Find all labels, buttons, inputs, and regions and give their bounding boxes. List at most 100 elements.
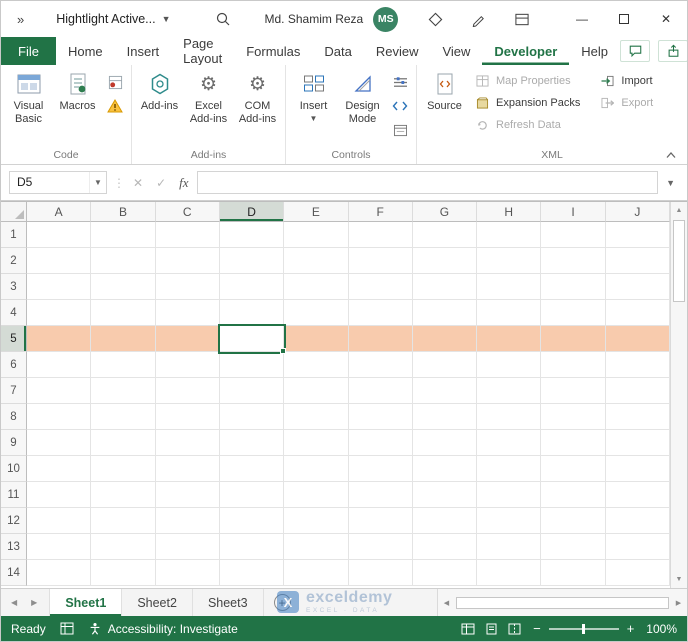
source-button[interactable]: Source	[420, 66, 469, 146]
cell-B1[interactable]	[91, 222, 156, 248]
tab-developer[interactable]: Developer	[482, 37, 569, 65]
column-header-J[interactable]: J	[605, 202, 670, 222]
zoom-slider[interactable]	[548, 623, 619, 634]
row-header-2[interactable]: 2	[1, 248, 27, 274]
cell-G2[interactable]	[412, 248, 478, 274]
cell-B9[interactable]	[91, 430, 156, 456]
cell-I4[interactable]	[541, 300, 606, 326]
pen-icon[interactable]	[471, 12, 486, 27]
macros-button[interactable]: Macros	[53, 66, 102, 146]
cell-D5[interactable]	[219, 326, 287, 354]
comments-button[interactable]	[620, 40, 651, 62]
cell-B4[interactable]	[91, 300, 156, 326]
cell-G3[interactable]	[412, 274, 478, 300]
cell-E13[interactable]	[284, 534, 349, 560]
cell-A10[interactable]	[27, 456, 92, 482]
cell-H1[interactable]	[477, 222, 542, 248]
cell-E4[interactable]	[284, 300, 349, 326]
addins-button[interactable]: Add-ins	[135, 66, 184, 146]
fill-handle[interactable]	[280, 348, 287, 354]
cell-I11[interactable]	[541, 482, 606, 508]
cell-I9[interactable]	[541, 430, 606, 456]
cell-F5[interactable]	[348, 326, 413, 352]
row-header-7[interactable]: 7	[1, 378, 27, 404]
cell-H8[interactable]	[477, 404, 542, 430]
cell-F2[interactable]	[348, 248, 413, 274]
tab-page-layout[interactable]: Page Layout	[171, 36, 234, 66]
run-dialog-icon[interactable]	[391, 122, 409, 138]
zoom-slider-thumb[interactable]	[581, 623, 585, 634]
cell-F13[interactable]	[348, 534, 413, 560]
tab-help[interactable]: Help	[569, 37, 620, 65]
cell-A8[interactable]	[27, 404, 92, 430]
cell-D8[interactable]	[219, 404, 285, 430]
expansion-packs-button[interactable]: Expansion Packs	[469, 92, 584, 114]
cell-H3[interactable]	[477, 274, 542, 300]
row-header-8[interactable]: 8	[1, 404, 27, 430]
chevron-down-icon[interactable]: ▼	[89, 172, 106, 193]
cell-J2[interactable]	[605, 248, 670, 274]
cell-J13[interactable]	[605, 534, 670, 560]
cell-A3[interactable]	[27, 274, 92, 300]
formula-input[interactable]	[196, 171, 659, 194]
cell-A9[interactable]	[27, 430, 92, 456]
row-header-4[interactable]: 4	[1, 300, 27, 326]
cell-C6[interactable]	[155, 352, 220, 378]
cell-G8[interactable]	[412, 404, 478, 430]
column-header-A[interactable]: A	[27, 202, 92, 222]
visual-basic-button[interactable]: Visual Basic	[4, 66, 53, 146]
column-header-C[interactable]: C	[155, 202, 220, 222]
cell-E10[interactable]	[284, 456, 349, 482]
cell-F3[interactable]	[348, 274, 413, 300]
cell-D1[interactable]	[219, 222, 285, 248]
cell-B5[interactable]	[91, 326, 156, 352]
cell-I6[interactable]	[541, 352, 606, 378]
scroll-down-icon[interactable]: ▼	[671, 571, 687, 588]
cell-C1[interactable]	[155, 222, 220, 248]
cell-J8[interactable]	[605, 404, 670, 430]
cell-G10[interactable]	[412, 456, 478, 482]
cell-E8[interactable]	[284, 404, 349, 430]
name-box-resize-handle[interactable]: ⋮	[107, 176, 131, 190]
cell-H12[interactable]	[477, 508, 542, 534]
ribbon-display-options-icon[interactable]	[514, 12, 530, 27]
cell-J14[interactable]	[605, 560, 670, 586]
cell-A13[interactable]	[27, 534, 92, 560]
cell-C3[interactable]	[155, 274, 220, 300]
cell-D12[interactable]	[219, 508, 285, 534]
excel-addins-button[interactable]: ⚙ Excel Add-ins	[184, 66, 233, 146]
zoom-level[interactable]: 100%	[646, 622, 677, 636]
cell-D3[interactable]	[219, 274, 285, 300]
sparkle-diamond-icon[interactable]	[428, 12, 443, 27]
cell-D6[interactable]	[219, 352, 285, 378]
import-button[interactable]: Import	[594, 70, 657, 92]
cell-B14[interactable]	[91, 560, 156, 586]
cell-D13[interactable]	[219, 534, 285, 560]
tab-review[interactable]: Review	[364, 37, 431, 65]
page-break-preview-icon[interactable]	[508, 623, 521, 635]
cell-G7[interactable]	[412, 378, 478, 404]
tab-insert[interactable]: Insert	[115, 37, 172, 65]
cell-C4[interactable]	[155, 300, 220, 326]
macro-record-icon[interactable]	[60, 622, 74, 635]
cell-J7[interactable]	[605, 378, 670, 404]
cell-C5[interactable]	[155, 326, 220, 352]
cell-F14[interactable]	[348, 560, 413, 586]
column-header-B[interactable]: B	[91, 202, 156, 222]
cell-I10[interactable]	[541, 456, 606, 482]
cell-I14[interactable]	[541, 560, 606, 586]
cell-E6[interactable]	[284, 352, 349, 378]
horizontal-scrollbar[interactable]: ◀ ▶	[437, 589, 687, 616]
page-layout-view-icon[interactable]	[485, 623, 498, 635]
cell-H9[interactable]	[477, 430, 542, 456]
zoom-out-button[interactable]: −	[533, 621, 541, 636]
tab-file[interactable]: File	[1, 37, 56, 65]
cell-J10[interactable]	[605, 456, 670, 482]
cell-I8[interactable]	[541, 404, 606, 430]
column-header-F[interactable]: F	[348, 202, 413, 222]
cell-I7[interactable]	[541, 378, 606, 404]
cell-E1[interactable]	[284, 222, 349, 248]
share-button[interactable]	[658, 40, 687, 62]
row-header-1[interactable]: 1	[1, 222, 27, 248]
cell-F9[interactable]	[348, 430, 413, 456]
